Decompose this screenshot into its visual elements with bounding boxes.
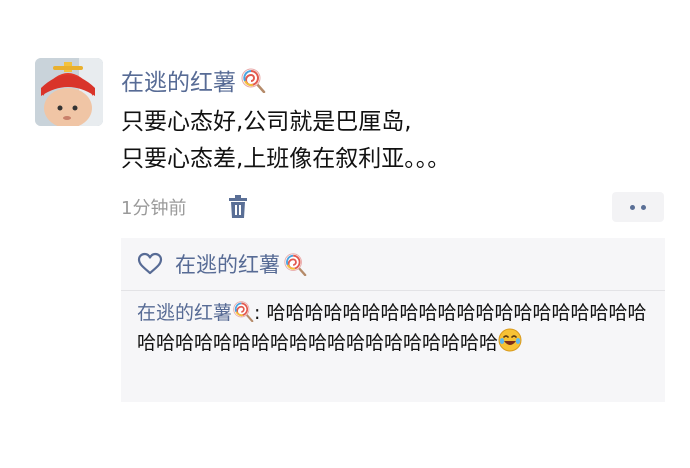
laughing-crying-emoji-icon [498, 328, 522, 352]
avatar-image [35, 58, 103, 126]
lollipop-icon [233, 301, 254, 322]
avatar[interactable] [35, 58, 103, 126]
comment-separator: : [254, 302, 267, 324]
comment[interactable]: 在逃的红薯: 哈哈哈哈哈哈哈哈哈哈哈哈哈哈哈哈哈哈哈哈哈哈哈哈哈哈哈哈哈哈哈哈哈… [137, 298, 661, 358]
trash-icon [229, 195, 247, 218]
comment-author[interactable]: 在逃的红薯 [137, 302, 232, 324]
divider [121, 290, 665, 291]
lollipop-icon [241, 68, 266, 93]
like-user[interactable]: 在逃的红薯 [175, 249, 307, 279]
post-content: 只要心态好,公司就是巴厘岛, 只要心态差,上班像在叙利亚。。。 [121, 104, 450, 178]
heart-outline-icon [137, 252, 163, 275]
likes-row: 在逃的红薯 [121, 238, 665, 290]
like-user-name[interactable]: 在逃的红薯 [175, 249, 280, 279]
post-content-line: 只要心态差,上班像在叙利亚。。。 [121, 146, 451, 172]
post-content-line: 只要心态好,公司就是巴厘岛, [121, 109, 412, 135]
lollipop-icon [284, 253, 307, 276]
more-button[interactable] [612, 192, 664, 222]
post-time: 1分钟前 [121, 198, 187, 219]
more-dots-icon [641, 204, 646, 210]
post-author[interactable]: 在逃的红薯 [121, 64, 266, 96]
more-dots-icon [630, 204, 635, 210]
interaction-panel: 在逃的红薯 在逃的红薯: 哈哈哈哈哈哈哈哈哈哈哈哈哈哈哈哈哈哈哈哈哈哈哈哈哈哈哈… [121, 238, 665, 402]
post-author-name[interactable]: 在逃的红薯 [121, 63, 236, 97]
delete-button[interactable] [227, 195, 249, 219]
